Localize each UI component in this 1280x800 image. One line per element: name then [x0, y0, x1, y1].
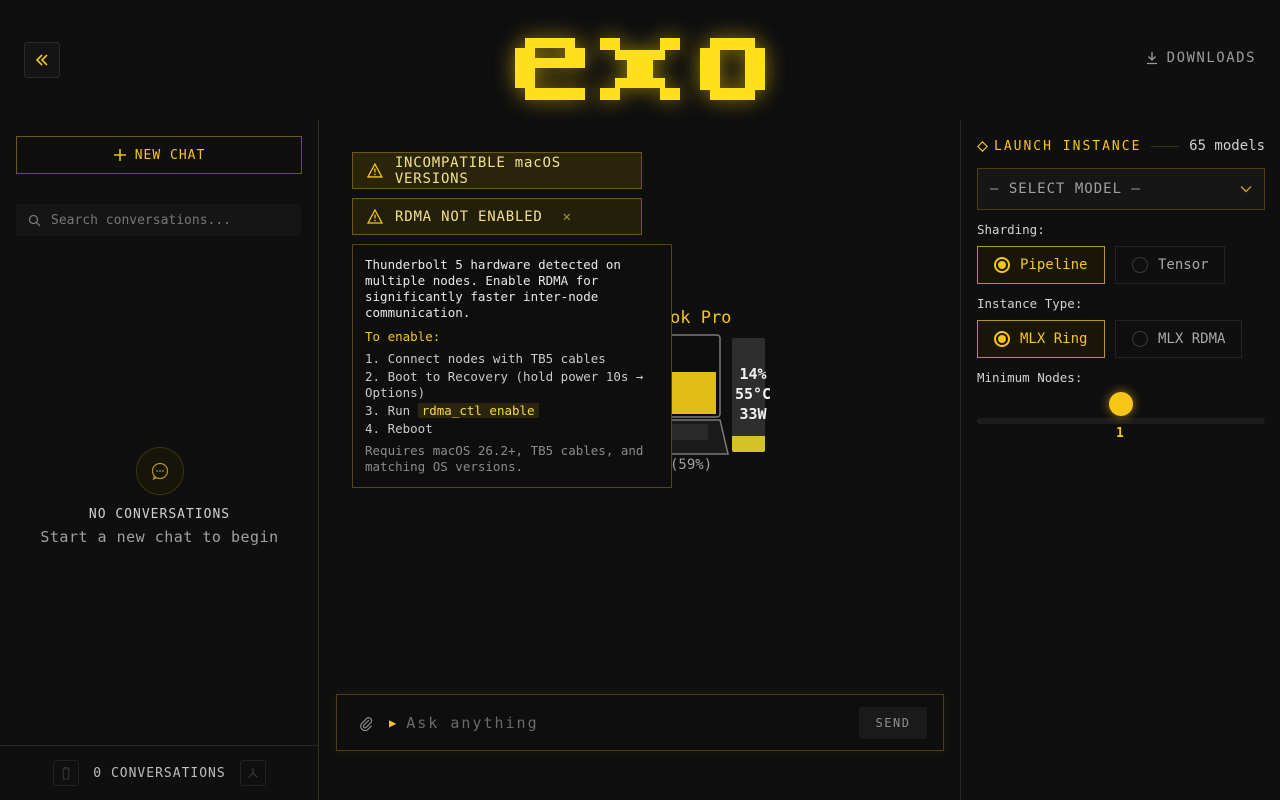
new-chat-label: NEW CHAT: [134, 147, 206, 163]
double-chevron-left-icon: [35, 54, 48, 66]
chevron-down-icon: [1240, 186, 1252, 193]
chat-bubble-icon: [135, 447, 184, 495]
sharding-option-pipeline[interactable]: Pipeline: [977, 246, 1105, 284]
step-item: 4. Reboot: [365, 421, 433, 436]
diamond-icon: [977, 140, 988, 152]
step-prefix: 3. Run: [365, 403, 418, 418]
alert-label: RDMA NOT ENABLED: [395, 208, 543, 225]
search-icon: [28, 214, 41, 226]
launch-title: LAUNCH INSTANCE: [994, 138, 1142, 154]
command-code: rdma_ctl enable: [417, 403, 539, 418]
model-select-value: — SELECT MODEL —: [990, 181, 1141, 197]
min-nodes-value: 1: [1116, 426, 1124, 441]
option-label: Pipeline: [1020, 257, 1088, 273]
conversation-count: 0 CONVERSATIONS: [93, 765, 226, 781]
rdma-alert[interactable]: RDMA NOT ENABLED ✕: [352, 198, 642, 235]
instance-option-mlx-ring[interactable]: MLX Ring: [977, 320, 1105, 358]
main-area: INCOMPATIBLE macOS VERSIONS RDMA NOT ENA…: [320, 120, 960, 800]
search-input[interactable]: Search conversations...: [16, 204, 301, 236]
alert-label: INCOMPATIBLE macOS VERSIONS: [394, 154, 561, 187]
step-item: 3. Run rdma_ctl enable: [365, 403, 659, 419]
header-divider: [1151, 145, 1180, 147]
radio-icon: [1132, 257, 1148, 273]
paperclip-icon[interactable]: [359, 715, 373, 731]
min-nodes-slider-thumb[interactable]: [1109, 392, 1133, 416]
network-button[interactable]: [239, 760, 266, 786]
warning-icon: [367, 163, 383, 178]
device-name: ok Pro: [670, 308, 732, 328]
radio-icon: [1132, 331, 1148, 347]
new-chat-button[interactable]: NEW CHAT: [16, 136, 302, 174]
empty-subtitle: Start a new chat to begin: [40, 528, 279, 546]
step-item: 1. Connect nodes with TB5 cables: [365, 351, 606, 366]
temperature: 55°C: [734, 385, 772, 403]
popover-requirements: Requires macOS 26.2+, TB5 cables, and ma…: [365, 443, 644, 474]
rdma-help-popover: Thunderbolt 5 hardware detected on multi…: [352, 244, 672, 488]
radio-icon: [994, 257, 1010, 273]
gpu-gauge-fill: [732, 436, 765, 452]
launch-panel: LAUNCH INSTANCE 65 models — SELECT MODEL…: [960, 120, 1280, 800]
incompatible-macos-alert[interactable]: INCOMPATIBLE macOS VERSIONS: [352, 152, 642, 189]
download-icon: [1146, 52, 1157, 65]
trash-button[interactable]: [53, 760, 80, 786]
model-count: 65 models: [1189, 138, 1265, 154]
trash-icon: [62, 766, 71, 780]
send-button[interactable]: SEND: [859, 706, 927, 739]
launch-header: LAUNCH INSTANCE 65 models: [977, 138, 1265, 154]
min-nodes-label: Minimum Nodes:: [977, 370, 1083, 385]
option-label: Tensor: [1158, 257, 1209, 273]
prompt-arrow-icon: ▶: [389, 715, 397, 730]
instance-type-label: Instance Type:: [977, 296, 1083, 311]
empty-title: NO CONVERSATIONS: [88, 507, 231, 522]
close-icon[interactable]: ✕: [563, 209, 572, 225]
radio-icon: [994, 331, 1010, 347]
step-item: 2. Boot to Recovery (hold power 10s → Op…: [365, 369, 644, 400]
device-usage-percent: (59%): [670, 457, 713, 473]
popover-description: Thunderbolt 5 hardware detected on multi…: [365, 257, 621, 320]
option-label: MLX RDMA: [1158, 331, 1226, 347]
exo-logo: [505, 28, 775, 110]
popover-enable-heading: To enable:: [365, 329, 441, 344]
power-draw: 33W: [739, 405, 767, 423]
search-placeholder: Search conversations...: [51, 212, 232, 228]
chat-composer: ▶ Ask anything SEND: [336, 694, 944, 751]
option-label: MLX Ring: [1020, 331, 1088, 347]
empty-state: NO CONVERSATIONS Start a new chat to beg…: [0, 447, 319, 546]
conversation-sidebar: NEW CHAT Search conversations... NO CONV…: [0, 120, 319, 800]
collapse-sidebar-button[interactable]: [24, 42, 60, 78]
downloads-link[interactable]: DOWNLOADS: [1145, 50, 1256, 66]
warning-icon: [367, 209, 383, 224]
sidebar-footer: 0 CONVERSATIONS: [0, 745, 319, 800]
gpu-usage: 14%: [739, 365, 767, 383]
message-input[interactable]: Ask anything: [406, 714, 859, 732]
downloads-label: DOWNLOADS: [1166, 50, 1256, 66]
sharding-option-tensor[interactable]: Tensor: [1115, 246, 1225, 284]
instance-option-mlx-rdma[interactable]: MLX RDMA: [1115, 320, 1242, 358]
network-icon: [247, 768, 258, 778]
enable-steps: 1. Connect nodes with TB5 cables 2. Boot…: [365, 351, 659, 437]
app-root: DOWNLOADS NEW CHAT Search conversations.…: [0, 0, 1280, 800]
model-select[interactable]: — SELECT MODEL —: [977, 168, 1265, 210]
min-nodes-slider-track[interactable]: [977, 418, 1265, 424]
sharding-label: Sharding:: [977, 222, 1045, 237]
device-stats: 14% 55°C 33W: [728, 364, 778, 424]
plus-icon: [113, 149, 126, 161]
